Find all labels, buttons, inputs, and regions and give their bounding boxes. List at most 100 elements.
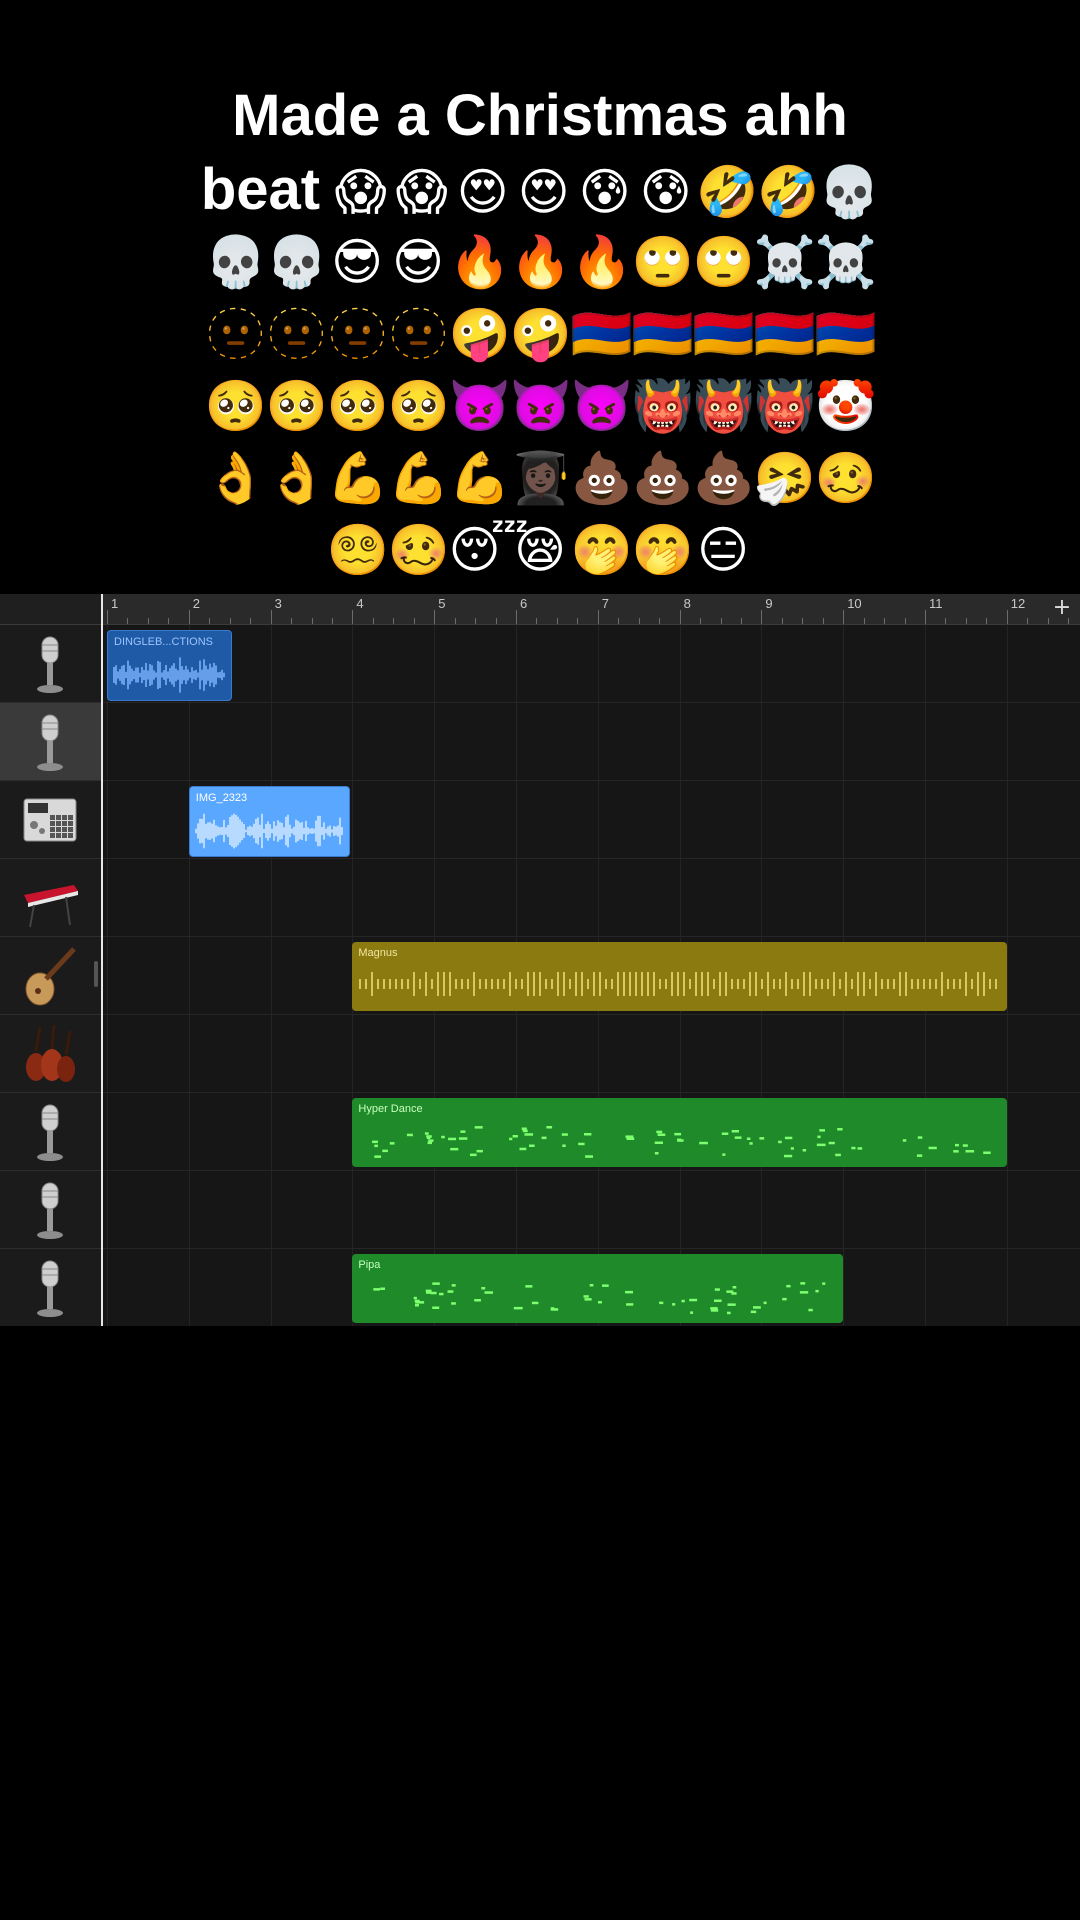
- caption-emoji: 💩: [692, 449, 755, 507]
- caption-emoji: 😎: [330, 233, 384, 291]
- caption-emoji: 🤭: [631, 521, 694, 579]
- ruler-bar-number: 4: [356, 596, 364, 611]
- track-lane[interactable]: Magnus: [103, 781, 1080, 1011]
- caption-emoji: 😍: [456, 163, 509, 221]
- caption-emoji: 🤡: [814, 377, 877, 435]
- ruler-beat-tick: [209, 618, 211, 624]
- caption-emoji: 🔥: [448, 233, 511, 291]
- ruler-bar-number: 5: [438, 596, 446, 611]
- caption-emoji: 🤣: [757, 163, 820, 221]
- track-header[interactable]: [0, 1093, 101, 1171]
- ruler-beat-tick: [884, 618, 886, 624]
- garageband-tracks-view: + 1 2 3 4 5 6 7 8 9 10 11 12 DINGLEB...CTIONS IMG_23…: [0, 594, 1080, 1326]
- ruler-bar-tick: [761, 610, 763, 624]
- ruler-bar-tick: [434, 610, 436, 624]
- caption-emoji: 👌: [265, 449, 328, 507]
- ruler-bar-tick: [1006, 610, 1008, 624]
- track-header[interactable]: [0, 703, 101, 781]
- ruler-beat-tick: [577, 618, 579, 624]
- track-header[interactable]: [0, 1015, 101, 1093]
- track-header[interactable]: [0, 781, 101, 859]
- caption-emoji: 👹: [692, 377, 755, 435]
- track-header[interactable]: [0, 937, 101, 1015]
- track-lane[interactable]: IMG_2326IMG_2326IMG_2326IMG_2326: [103, 1171, 1080, 1249]
- waveform: [113, 657, 225, 693]
- emoji-line: 🥺🥺🥺🥺👿👿👿👹👹👹🤡: [0, 370, 1080, 442]
- ruler-beat-tick: [393, 618, 395, 624]
- ruler-beat-tick: [822, 618, 824, 624]
- caption-emoji: 👩🏿‍🎓: [509, 449, 572, 507]
- track-header[interactable]: [0, 1171, 101, 1249]
- caption-emoji: 🫥: [387, 305, 450, 363]
- emoji-line: 🫥🫥🫥🫥🤪🤪🇦🇲🇦🇲🇦🇲🇦🇲🇦🇲: [0, 298, 1080, 370]
- ruler-bar-number: 12: [1010, 596, 1026, 611]
- add-section-button[interactable]: +: [1050, 594, 1074, 624]
- microphone-icon: [20, 631, 80, 697]
- caption-emoji: 🫥: [326, 305, 389, 363]
- track-lane[interactable]: IMG_2326IMG_2326IMG_2326IMG_2326: [103, 1249, 1080, 1326]
- caption-emoji: ☠️: [753, 233, 816, 291]
- track-lane[interactable]: Cinematic: [103, 1015, 1080, 1093]
- ruler-beat-tick: [147, 618, 149, 624]
- caption-emoji: 💩: [570, 449, 633, 507]
- ruler-beat-tick: [311, 618, 313, 624]
- playhead[interactable]: [101, 594, 103, 1326]
- region-name: DINGLEB...CTIONS: [114, 636, 214, 648]
- track-header-resize-handle[interactable]: [94, 961, 98, 987]
- track-lane[interactable]: IMG_2326IMG_2326: [103, 1093, 1080, 1171]
- caption-emoji: 🥺: [265, 377, 328, 435]
- caption-emoji: 💩: [631, 449, 694, 507]
- ruler-beat-tick: [638, 618, 640, 624]
- emoji-line: 😵‍💫🥴😴😪🤭🤭😑: [0, 514, 1080, 586]
- ruler-beat-tick: [720, 618, 722, 624]
- caption-emoji: 😰: [578, 163, 631, 221]
- caption-emoji: 🥴: [387, 521, 450, 579]
- track-header[interactable]: [0, 625, 101, 703]
- track-lane[interactable]: Pipa: [103, 937, 1080, 1323]
- audio-region[interactable]: DINGLEB...CTIONS: [107, 630, 232, 701]
- ruler-beat-tick: [659, 618, 661, 624]
- ruler-bar-tick: [107, 610, 108, 624]
- track-lane[interactable]: Hyper Dance: [103, 859, 1080, 1167]
- caption-emoji: 🔥: [570, 233, 633, 291]
- track-lane[interactable]: IMG_2323: [103, 703, 1080, 857]
- ruler-bar-tick: [352, 610, 354, 624]
- ruler-beat-tick: [904, 618, 906, 624]
- ruler-bar-number: 6: [520, 596, 528, 611]
- ruler-bar-tick: [679, 610, 681, 624]
- caption-emoji: 😎: [391, 233, 445, 291]
- ruler-beat-tick: [740, 618, 742, 624]
- microphone-icon: [20, 1099, 80, 1165]
- caption-emoji: 🇦🇲: [692, 305, 755, 363]
- ruler-bar-number: 8: [683, 596, 691, 611]
- caption-emoji: 💀: [818, 163, 881, 221]
- ruler-beat-tick: [618, 618, 620, 624]
- ruler-bar-number: 10: [847, 596, 862, 611]
- track-header[interactable]: [0, 859, 101, 937]
- caption-emoji: 😰: [639, 163, 692, 221]
- emoji-line: beat 😱 😱 😍 😍 😰 😰🤣🤣💀: [0, 154, 1080, 226]
- ruler-bar-tick: [188, 610, 190, 624]
- ruler-bar-number: 11: [929, 596, 943, 611]
- caption-emoji: 😱: [334, 163, 387, 221]
- caption-emoji: 🫥: [265, 305, 328, 363]
- track-header[interactable]: [0, 1249, 101, 1326]
- track-lanes: DINGLEB...CTIONS IMG_2323 Magnus Hyper Danc…: [103, 625, 1080, 1326]
- track-lane[interactable]: DINGLEB...CTIONS: [103, 625, 1080, 703]
- ruler-header: [0, 594, 101, 624]
- ruler-beat-tick: [945, 618, 947, 624]
- caption-title: Made a Christmas ahh: [232, 83, 848, 148]
- ruler-beat-tick: [1068, 618, 1070, 624]
- caption-emoji: 👹: [631, 377, 694, 435]
- ruler-bar-number: 2: [192, 596, 201, 611]
- caption-emoji: 😑: [696, 521, 750, 579]
- timeline-ruler[interactable]: + 1 2 3 4 5 6 7 8 9 10 11 12: [0, 594, 1080, 625]
- caption-emoji: 🤪: [448, 305, 511, 363]
- ruler-bar-number: 3: [274, 596, 282, 611]
- ruler-beat-tick: [781, 618, 783, 624]
- ruler-bar-tick: [925, 610, 926, 624]
- ruler-beat-tick: [802, 618, 804, 624]
- caption-emoji: 👿: [509, 377, 572, 435]
- emoji-lines: beat 😱 😱 😍 😍 😰 😰🤣🤣💀 💀💀😎 😎🔥🔥🔥🙄🙄☠️☠️ 🫥🫥🫥🫥🤪🤪🇦🇲🇦🇲🇦🇲🇦🇲…: [0, 154, 1080, 586]
- keyboard-synth-icon: [20, 865, 80, 931]
